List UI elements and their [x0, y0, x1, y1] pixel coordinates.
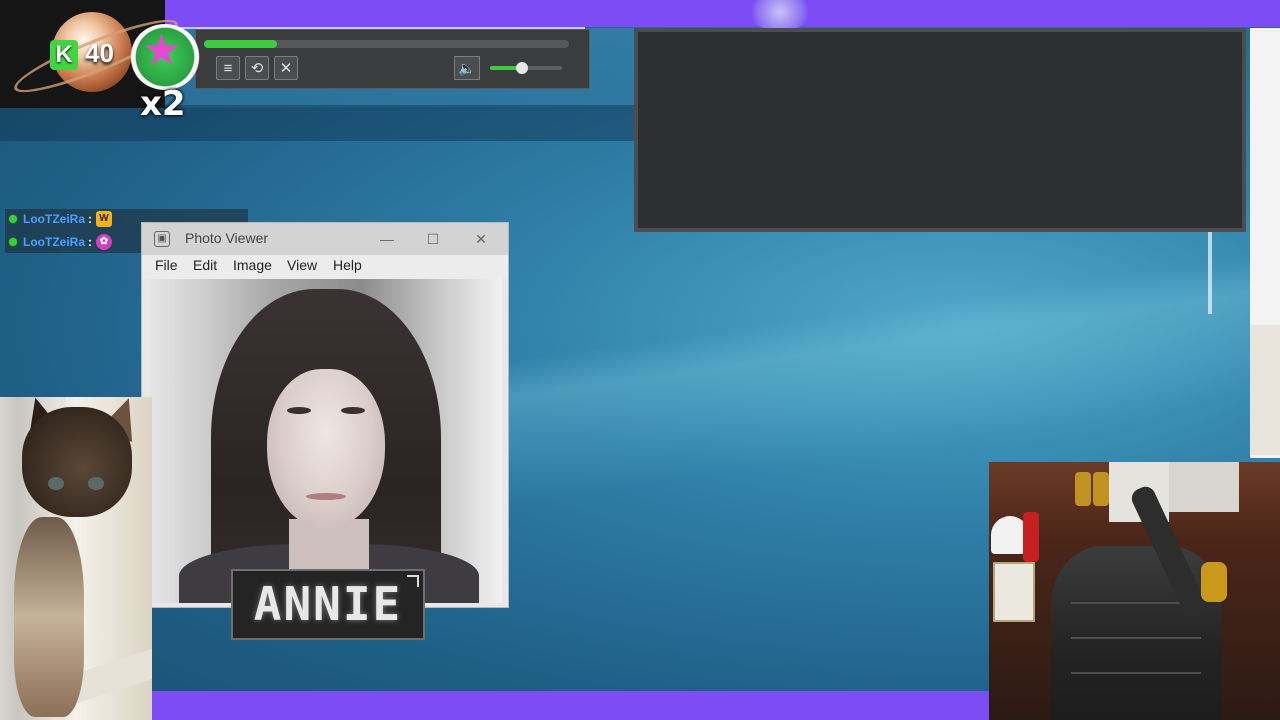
menu-view[interactable]: View [287, 257, 317, 273]
chat-username: LooTZeiRa [23, 212, 85, 226]
chat-username: LooTZeiRa [23, 235, 85, 249]
photo-eye [287, 407, 311, 414]
chat-separator: : [88, 212, 92, 226]
photo-mouth [306, 493, 346, 500]
emote-icon: W [96, 211, 112, 227]
right-edge-strip-lower [1250, 325, 1280, 455]
points-count: 40 [85, 38, 114, 68]
bottom-accent-bar [152, 691, 990, 720]
maximize-icon: ☐ [426, 231, 440, 247]
cat-body [14, 517, 84, 717]
name-tag: ANNIE [231, 569, 425, 640]
minimize-icon: — [380, 231, 394, 247]
microphone-clamp [1201, 562, 1227, 602]
volume-button[interactable]: 🔈 [454, 56, 480, 80]
maximize-button[interactable]: ☐ [421, 227, 445, 251]
dark-screen-panel [634, 28, 1246, 232]
webcam-wall [1169, 462, 1239, 512]
top-accent-bar [165, 0, 1280, 27]
close-icon: ✕ [475, 231, 487, 247]
cat-eye [88, 477, 104, 490]
webcam-feed [989, 462, 1280, 720]
trophy [1093, 472, 1109, 506]
volume-slider[interactable] [490, 62, 562, 74]
progress-track[interactable] [204, 40, 569, 48]
cat-head [22, 407, 132, 517]
menu-bar: File Edit Image View Help [142, 255, 508, 279]
photo-viewer-window: ▣ Photo Viewer — ☐ ✕ File Edit Image Vie… [141, 222, 509, 608]
points-multiplier: x2 [140, 84, 186, 124]
trophy [1075, 472, 1091, 506]
desktop-band [0, 105, 640, 141]
emote-icon: ✿ [96, 234, 112, 250]
title-bar[interactable]: ▣ Photo Viewer — ☐ ✕ [142, 223, 508, 255]
chair-seam [1071, 672, 1201, 674]
close-icon: ✕ [279, 60, 293, 77]
close-player-button[interactable]: ✕ [274, 56, 298, 80]
cat-eye [48, 477, 64, 490]
chat-message: LooTZeiRa : ✿ [9, 233, 112, 251]
window-title: Photo Viewer [185, 230, 269, 246]
cat-camera-feed [0, 397, 152, 720]
playlist-button[interactable]: ≡ [216, 56, 240, 80]
red-bottle [1023, 512, 1039, 562]
playlist-icon: ≡ [223, 60, 233, 77]
media-player: ≡ ⟲ ✕ 🔈 [195, 29, 590, 89]
menu-file[interactable]: File [155, 257, 178, 273]
speaker-icon: 🔈 [458, 60, 476, 76]
chair-seam [1071, 637, 1201, 639]
office-chair [1051, 546, 1221, 720]
k-points-icon: K [50, 40, 78, 70]
name-tag-text: ANNIE [253, 577, 403, 631]
displayed-photo [149, 279, 502, 603]
photo-viewer-icon: ▣ [154, 231, 170, 247]
progress-fill [204, 40, 277, 48]
chat-message: LooTZeiRa : W [9, 210, 112, 228]
user-status-icon [9, 215, 17, 223]
minimize-button[interactable]: — [375, 227, 399, 251]
menu-image[interactable]: Image [233, 257, 272, 273]
close-window-button[interactable]: ✕ [469, 227, 493, 251]
user-status-icon [9, 238, 17, 246]
light-reflection [1208, 232, 1212, 314]
corner-bracket-icon [407, 575, 419, 587]
photo-face [267, 369, 385, 529]
chat-separator: : [88, 235, 92, 249]
framed-picture [993, 562, 1035, 622]
star-icon: ★ [142, 26, 182, 75]
photo-eye [341, 407, 365, 414]
menu-help[interactable]: Help [333, 257, 362, 273]
volume-knob[interactable] [516, 62, 529, 74]
menu-edit[interactable]: Edit [193, 257, 217, 273]
repeat-button[interactable]: ⟲ [245, 56, 269, 80]
repeat-icon: ⟲ [250, 60, 264, 77]
